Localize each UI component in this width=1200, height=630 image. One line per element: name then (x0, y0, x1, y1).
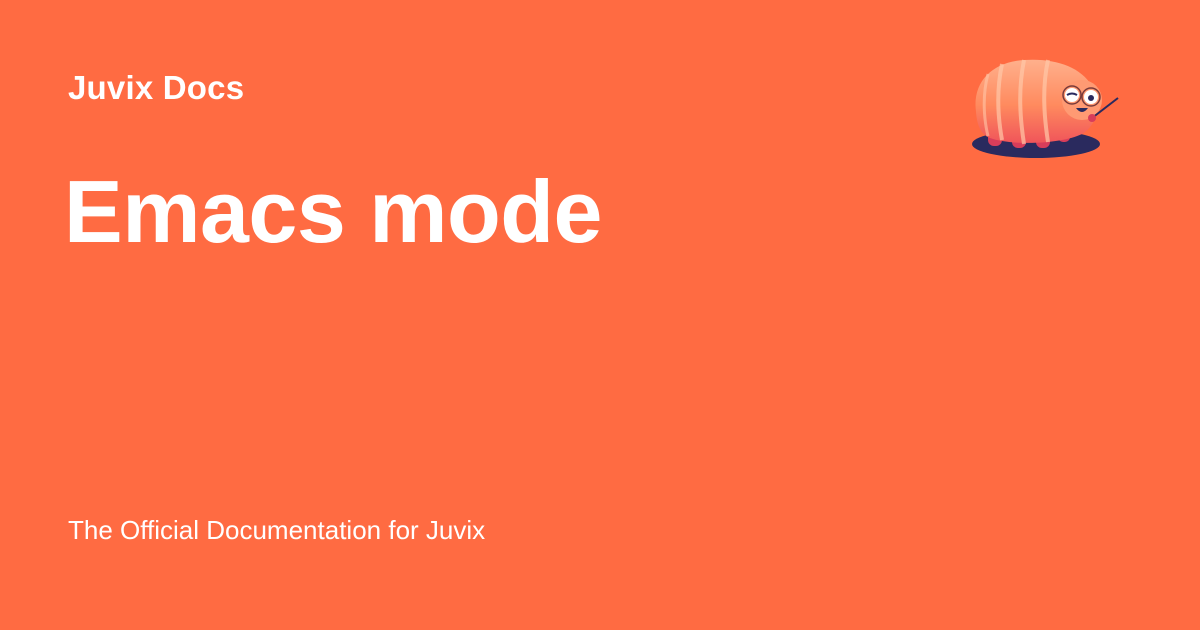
page-title: Emacs mode (64, 162, 602, 261)
site-name: Juvix Docs (68, 69, 245, 106)
social-card: Juvix Docs Emacs mode The Official Docum… (0, 0, 1200, 630)
juvix-tardigrade-mascot-icon (972, 59, 1119, 158)
page-description: The Official Documentation for Juvix (68, 515, 486, 545)
